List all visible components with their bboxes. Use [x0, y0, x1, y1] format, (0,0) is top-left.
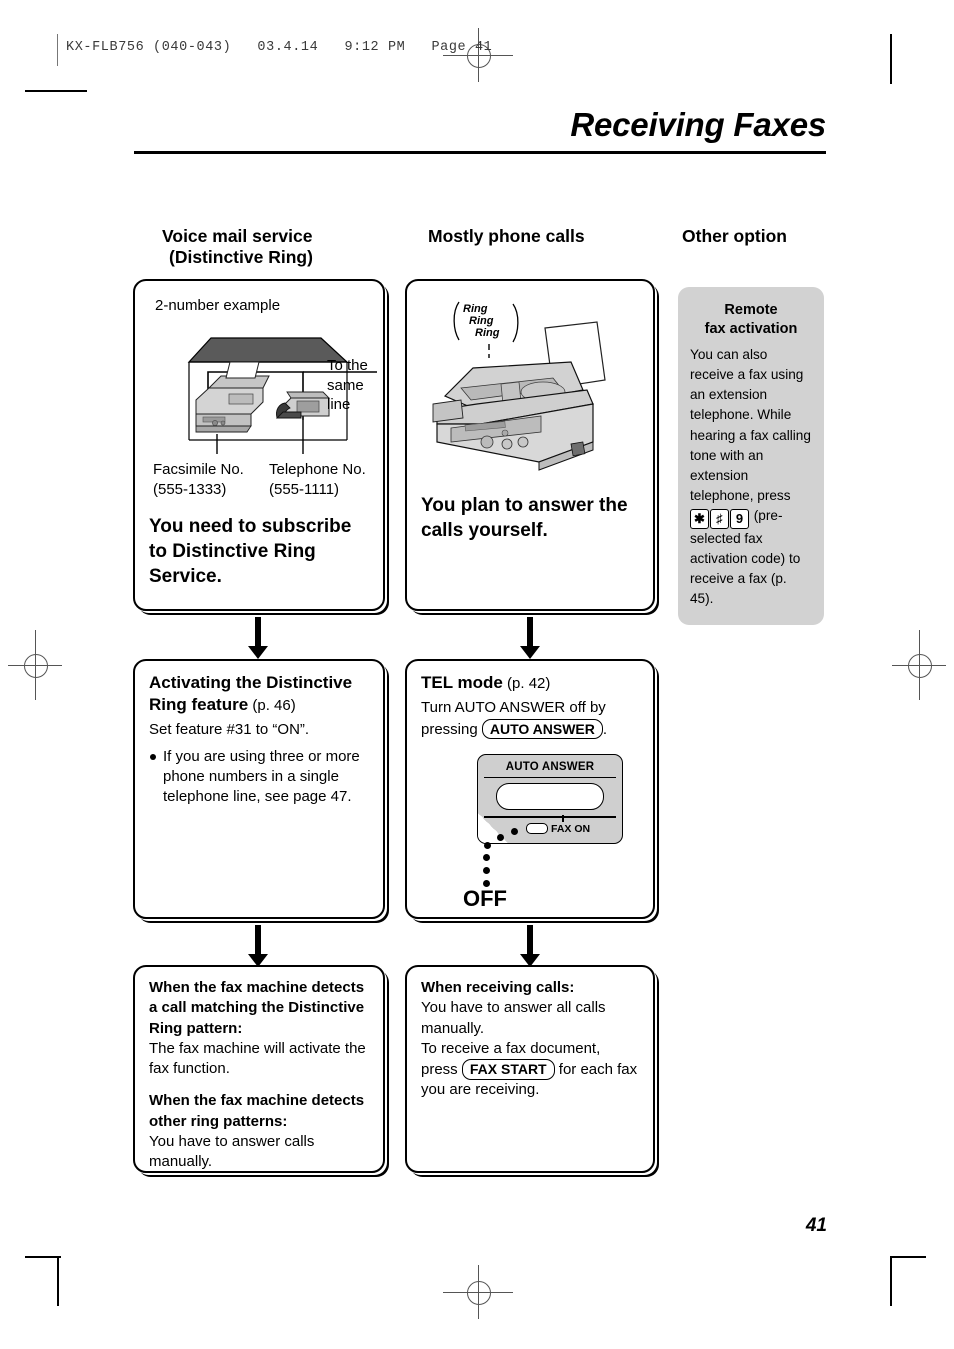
column-heading-phone-calls: Mostly phone calls	[428, 226, 585, 246]
hash-key-icon[interactable]: ♯	[710, 508, 729, 529]
column1-heading-line1: Voice mail service	[162, 226, 313, 246]
telephone-number-label: Telephone No. (555-1111)	[269, 460, 366, 500]
sidebar-text-pre: You can also receive a fax using an exte…	[690, 347, 811, 503]
col1-box2-bullet: If you are using three or more phone num…	[149, 747, 369, 808]
star-key-icon[interactable]: ✱	[690, 508, 709, 529]
col2-box-telmode: TEL mode (p. 42) Turn AUTO ANSWER off by…	[405, 659, 655, 919]
crop-mark-bottom-left-v	[57, 1256, 59, 1306]
col1-caption: 2-number example	[155, 297, 281, 314]
col1-box3-head2: When the fax machine detects other ring …	[149, 1092, 365, 1130]
column-heading-other-option: Other option	[682, 226, 787, 246]
col1-box2-heading-page: (p. 46)	[248, 697, 296, 715]
to-same-line-label: To the same line	[327, 356, 369, 415]
col2-box2-body-post: .	[602, 720, 608, 738]
fax-label: Facsimile No.	[153, 461, 244, 479]
title-rule	[134, 151, 826, 154]
fax-number-label: Facsimile No. (555-1333)	[153, 460, 244, 500]
col2-box3-body1: You have to answer all calls manually.	[421, 999, 606, 1037]
registration-mark-left	[8, 630, 62, 700]
col2-box-receiving: When receiving calls: You have to answer…	[405, 965, 655, 1173]
remote-fax-activation-panel: Remote fax activation You can also recei…	[678, 287, 824, 626]
registration-mark-top	[443, 28, 513, 82]
col1-box-detect: When the fax machine detects a call matc…	[133, 965, 385, 1173]
auto-answer-key[interactable]: AUTO ANSWER	[481, 718, 603, 740]
fax-number: (555-1333)	[153, 481, 227, 499]
column-heading-voice-mail: Voice mail service (Distinctive Ring)	[162, 226, 313, 267]
tel-label: Telephone No.	[269, 461, 366, 479]
col1-statement: You need to subscribe to Distinctive Rin…	[149, 516, 352, 588]
page-number: 41	[805, 1215, 827, 1236]
nine-key-icon[interactable]: 9	[730, 508, 749, 529]
off-label: OFF	[463, 885, 507, 911]
page-title: Receiving Faxes	[570, 106, 826, 143]
col1-box3-body1: The fax machine will activate the fax fu…	[149, 1039, 366, 1077]
to-same-line-1: To the	[327, 357, 368, 375]
crop-mark-bottom-right-h	[890, 1256, 926, 1258]
ring-text-2: Ring	[469, 315, 494, 327]
fax-machine-ringing-svg: Ring Ring Ring	[432, 301, 606, 471]
arrow-col2-1	[520, 617, 540, 659]
tel-number: (555-1111)	[269, 481, 340, 499]
sidebar-title-line1: Remote	[724, 302, 778, 318]
sidebar-title: Remote fax activation	[690, 301, 812, 338]
col1-box3-head1: When the fax machine detects a call matc…	[149, 979, 365, 1037]
arrow-col1-1	[248, 617, 268, 659]
col2-box2-heading: TEL mode (p. 42)	[421, 672, 639, 694]
ring-text-1: Ring	[463, 303, 488, 315]
col1-box2-body: Set feature #31 to “ON”.	[149, 721, 310, 739]
fax-start-key[interactable]: FAX START	[461, 1059, 555, 1080]
col2-box2-body: Turn AUTO ANSWER off by pressing AUTO AN…	[421, 698, 639, 740]
ring-text-3: Ring	[475, 327, 500, 339]
crop-mark-top-left-h	[25, 90, 87, 92]
col1-box-activating: Activating the Distinctive Ring feature …	[133, 659, 385, 919]
col2-box3-body2: To receive a fax document, press FAX STA…	[421, 1039, 639, 1101]
col1-box3-body2: You have to answer calls manually.	[149, 1132, 315, 1170]
col2-box3-head1: When receiving calls:	[421, 979, 575, 996]
slug-rule	[57, 34, 58, 66]
sidebar-title-line2: fax activation	[704, 320, 798, 337]
print-slug: KX-FLB756 (040-043) 03.4.14 9:12 PM Page…	[66, 40, 493, 55]
col1-box2-heading: Activating the Distinctive Ring feature …	[149, 672, 369, 716]
col2-box2-heading-page: (p. 42)	[502, 675, 551, 692]
col2-box-overview: Ring Ring Ring You plan to answer the ca…	[405, 279, 655, 611]
registration-mark-bottom	[443, 1265, 513, 1319]
col1-box-overview: 2-number example To the same line Facsim…	[133, 279, 385, 611]
arrow-col2-2	[520, 925, 540, 967]
crop-mark-top-right-v	[890, 34, 892, 84]
col2-box2-heading-bold: TEL mode	[421, 673, 503, 692]
col2-statement: You plan to answer the calls yourself.	[421, 495, 628, 542]
crop-mark-bottom-right-v	[890, 1256, 892, 1306]
sidebar-body: You can also receive a fax using an exte…	[690, 345, 812, 609]
column1-heading-line2: (Distinctive Ring)	[169, 246, 313, 267]
registration-mark-right	[892, 630, 946, 700]
crop-mark-bottom-left-h	[25, 1256, 61, 1258]
arrow-col1-2	[248, 925, 268, 967]
to-same-line-2: same line	[327, 376, 364, 414]
house-diagram: To the same line	[151, 322, 377, 458]
page-canvas: KX-FLB756 (040-043) 03.4.14 9:12 PM Page…	[0, 0, 954, 1349]
